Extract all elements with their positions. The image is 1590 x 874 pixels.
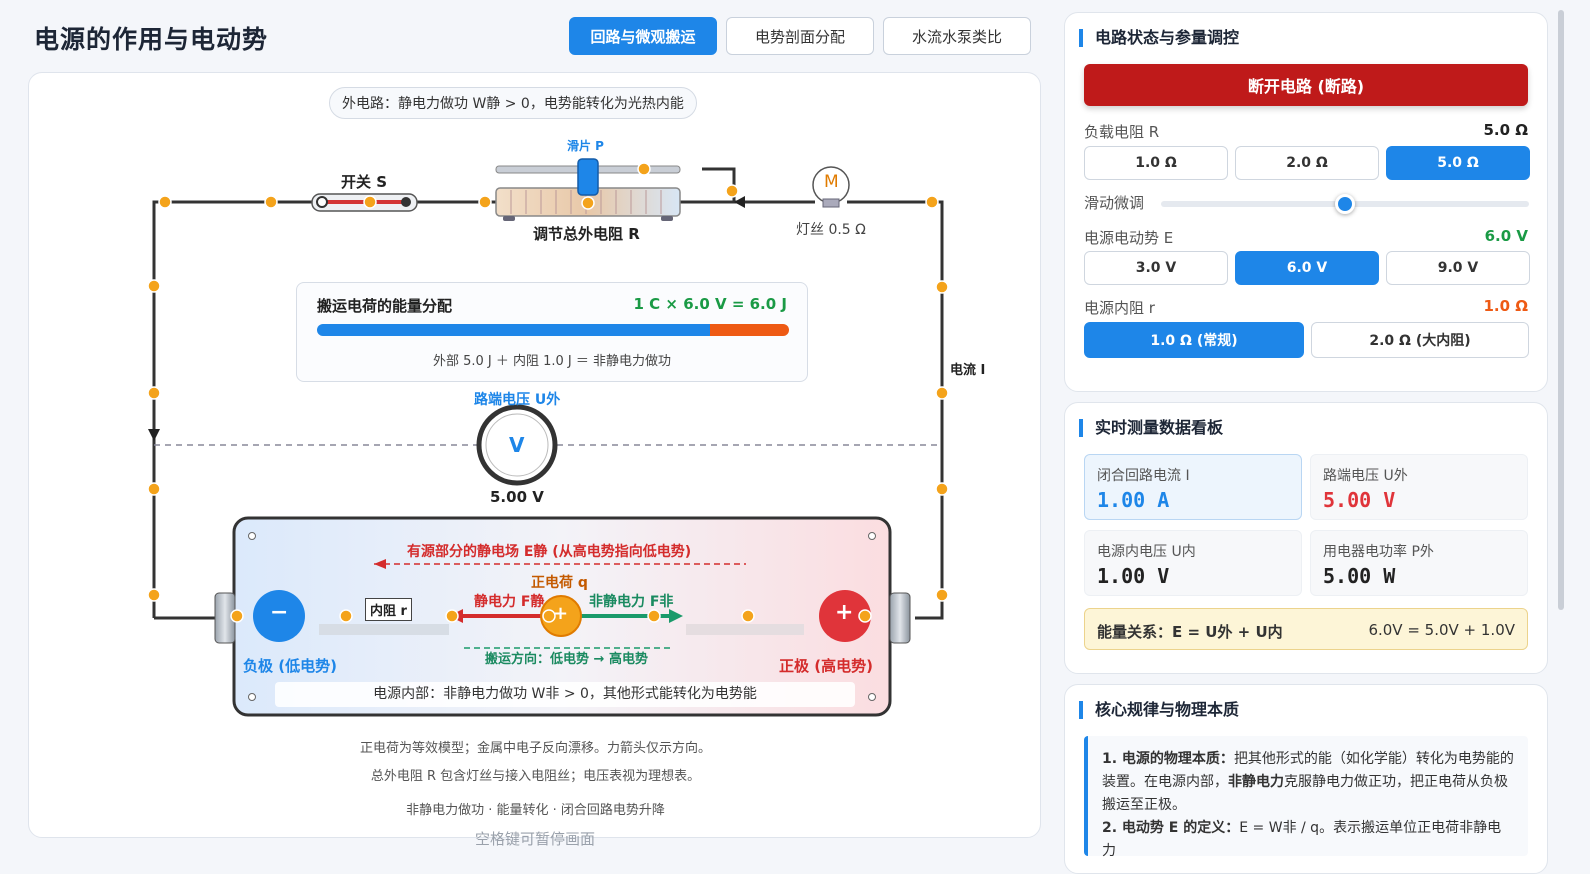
terminal-voltage-card: 路端电压 U外 5.00 V [1310, 454, 1528, 520]
terminal-voltage-value: 5.00 V [1323, 488, 1396, 512]
energy-equation: 1 C × 6.0 V = 6.0 J [633, 295, 787, 313]
energy-title: 搬运电荷的能量分配 [317, 297, 453, 315]
current-reading-label: 闭合回路电流 I [1097, 468, 1190, 484]
emf-value: 6.0 V [1484, 227, 1528, 245]
energy-bar-external [317, 324, 711, 336]
laws-panel: 核心规律与物理本质 1. 电源的物理本质：把其他形式的能（如化学能）转化为电势能… [1064, 684, 1548, 874]
rheostat-label: 调节总外电阻 R [533, 225, 640, 243]
emf-option-9v[interactable]: 9.0 V [1386, 251, 1530, 285]
footnote-3: 非静电力做功 · 能量转化 · 闭合回路电势升降 [406, 803, 665, 818]
current-label: 电流 I [950, 363, 986, 378]
view-tabs: 回路与微观搬运 电势剖面分配 水流水泵类比 [569, 17, 1031, 55]
internal-resistance-value: 1.0 Ω [1483, 297, 1528, 315]
power-card: 用电器电功率 P外 5.00 W [1310, 530, 1528, 596]
field-label: 有源部分的静电场 E静 (从高电势指向低电势) [407, 544, 692, 560]
power-label: 用电器电功率 P外 [1323, 544, 1434, 560]
readings-panel: 实时测量数据看板 闭合回路电流 I 1.00 A 路端电压 U外 5.00 V … [1064, 402, 1548, 674]
circuit-panel: 外电路：静电力做功 W静 > 0，电势能转化为光热内能 开关 S 滑片 P 调节… [28, 72, 1041, 838]
power-value: 5.00 W [1323, 564, 1396, 588]
energy-note: 外部 5.0 J ＋ 内阻 1.0 J ＝ 非静电力做功 [432, 354, 672, 369]
law-2-head: 2. 电动势 E 的定义： [1102, 820, 1240, 836]
negative-terminal-icon: − [270, 600, 289, 625]
control-panel: 电路状态与参量调控 断开电路 (断路) 负载电阻 R 5.0 Ω 1.0 Ω 2… [1064, 12, 1548, 392]
charge-label: 正电荷 q [531, 575, 588, 591]
internal-voltage-label: 电源内电压 U内 [1097, 544, 1196, 560]
lamp-label: 灯丝 0.5 Ω [796, 222, 866, 238]
source-inside-note: 电源内部：非静电力做功 W非 > 0，其他形式能转化为电势能 [275, 682, 855, 707]
electric-force-label: 静电力 F静 [474, 594, 545, 610]
energy-bar-internal [710, 324, 789, 336]
external-note: 外电路：静电力做功 W静 > 0，电势能转化为光热内能 [329, 87, 697, 119]
energy-distribution: 搬运电荷的能量分配 1 C × 6.0 V = 6.0 J 外部 5.0 J ＋… [296, 282, 808, 382]
load-value: 5.0 Ω [1483, 121, 1528, 139]
tab-circuit[interactable]: 回路与微观搬运 [569, 17, 717, 55]
transport-direction: 搬运方向：低电势 → 高电势 [485, 652, 648, 667]
footnote-2: 总外电阻 R 包含灯丝与接入电阻丝；电压表视为理想表。 [370, 769, 701, 784]
voltmeter-reading: 5.00 V [490, 488, 544, 506]
internal-resistance-control-label: 电源内阻 r [1084, 299, 1155, 317]
positive-pole-label: 正极 (高电势) [779, 657, 873, 675]
slider-knob[interactable] [1335, 194, 1355, 214]
control-panel-title: 电路状态与参量调控 [1079, 29, 1239, 47]
page-title: 电源的作用与电动势 [34, 25, 269, 54]
energy-relation-value: 6.0V = 5.0V + 1.0V [1368, 621, 1515, 639]
pause-hint: 空格键可暂停画面 [475, 830, 596, 848]
voltmeter-label: 路端电压 U外 [474, 392, 561, 408]
fine-tune-label: 滑动微调 [1084, 194, 1145, 212]
readings-title: 实时测量数据看板 [1079, 419, 1223, 437]
negative-pole-label: 负极 (低电势) [243, 657, 337, 675]
internal-option-normal[interactable]: 1.0 Ω (常规) [1084, 322, 1304, 358]
scrollbar[interactable] [1558, 10, 1564, 610]
tab-potential-profile[interactable]: 电势剖面分配 [726, 17, 874, 55]
energy-relation-label: 能量关系：E = U外 + U内 [1097, 623, 1283, 641]
footnote-1: 正电荷为等效模型；金属中电子反向漂移。力箭头仅示方向。 [359, 741, 711, 756]
switch-label: 开关 S [341, 173, 388, 191]
internal-resistance-label: 内阻 r [365, 598, 412, 621]
load-option-2[interactable]: 2.0 Ω [1235, 146, 1379, 180]
fine-tune-slider[interactable] [1161, 194, 1529, 214]
emf-option-3v[interactable]: 3.0 V [1084, 251, 1228, 285]
open-circuit-button[interactable]: 断开电路 (断路) [1084, 64, 1528, 106]
internal-voltage-card: 电源内电压 U内 1.00 V [1084, 530, 1302, 596]
nonelectric-force-label: 非静电力 F非 [589, 594, 674, 610]
law-1-bold: 非静电力 [1228, 774, 1284, 790]
current-card: 闭合回路电流 I 1.00 A [1084, 454, 1302, 520]
load-option-1[interactable]: 1.0 Ω [1084, 146, 1228, 180]
load-option-5[interactable]: 5.0 Ω [1386, 146, 1530, 180]
terminal-voltage-label: 路端电压 U外 [1323, 468, 1408, 484]
emf-option-6v[interactable]: 6.0 V [1235, 251, 1379, 285]
load-label: 负载电阻 R [1084, 123, 1160, 141]
internal-option-large[interactable]: 2.0 Ω (大内阻) [1311, 322, 1529, 358]
current-reading-value: 1.00 A [1097, 488, 1170, 512]
circuit-diagram [147, 158, 949, 717]
internal-voltage-value: 1.00 V [1097, 564, 1170, 588]
tab-water-analogy[interactable]: 水流水泵类比 [883, 17, 1031, 55]
law-1-head: 1. 电源的物理本质： [1102, 751, 1234, 767]
energy-bar [317, 324, 789, 336]
emf-label: 电源电动势 E [1084, 229, 1174, 247]
laws-title: 核心规律与物理本质 [1079, 701, 1239, 719]
voltmeter-icon: V [509, 433, 525, 457]
external-note-text: 外电路：静电力做功 W静 > 0，电势能转化为光热内能 [342, 96, 684, 112]
charge-icon: + [553, 603, 569, 624]
laws-text: 1. 电源的物理本质：把其他形式的能（如化学能）转化为电势能的装置。在电源内部，… [1084, 736, 1528, 859]
slider-label: 滑片 P [567, 139, 604, 153]
energy-relation: 能量关系：E = U外 + U内 6.0V = 5.0V + 1.0V [1084, 608, 1528, 650]
lamp-icon: M [824, 172, 839, 192]
positive-terminal-icon: + [835, 600, 854, 625]
